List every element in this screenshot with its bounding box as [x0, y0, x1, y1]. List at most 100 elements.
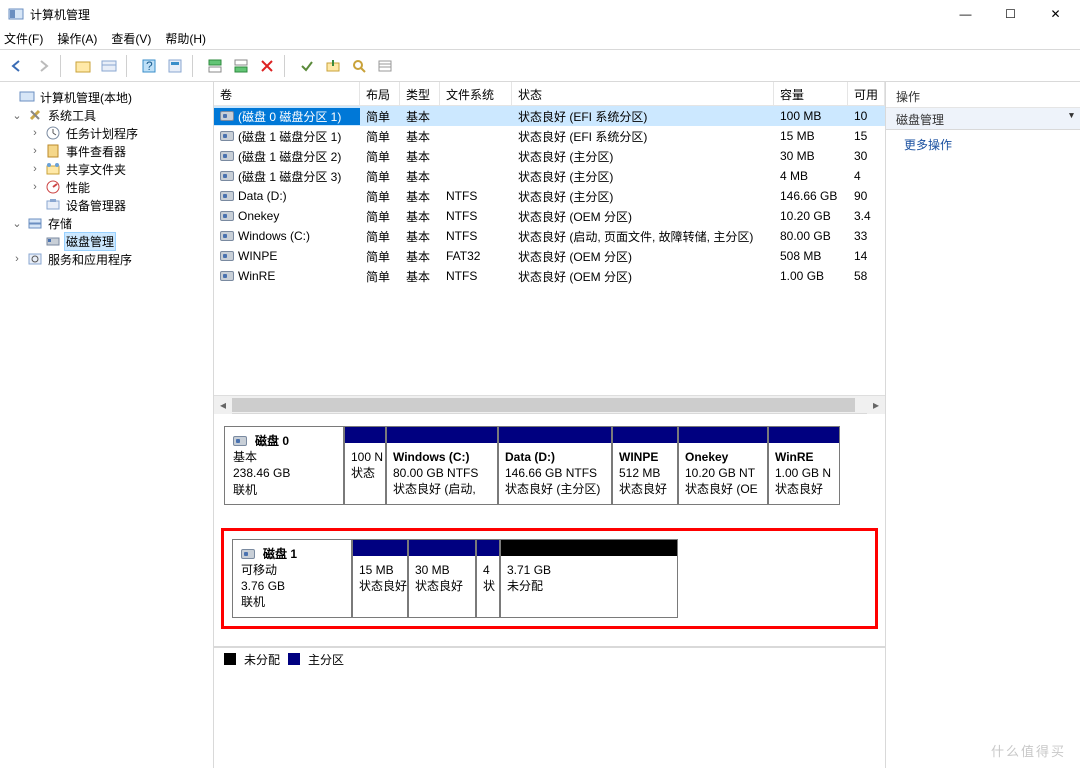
- volume-row[interactable]: WinRE简单基本NTFS状态良好 (OEM 分区)1.00 GB58: [214, 266, 885, 286]
- toggle-bottom-icon[interactable]: [228, 53, 254, 79]
- volume-cell: 基本: [400, 148, 440, 165]
- actions-tab[interactable]: 磁盘管理: [886, 108, 1080, 130]
- volume-row[interactable]: (磁盘 0 磁盘分区 1)简单基本状态良好 (EFI 系统分区)100 MB10: [214, 106, 885, 126]
- tree-services[interactable]: ›服务和应用程序: [0, 250, 213, 268]
- scan-icon[interactable]: [320, 53, 346, 79]
- col-volume[interactable]: 卷: [214, 82, 360, 105]
- col-capacity[interactable]: 容量: [774, 82, 848, 105]
- volume-cell: 基本: [400, 128, 440, 145]
- legend-unalloc-label: 未分配: [244, 651, 280, 668]
- back-button[interactable]: [4, 53, 30, 79]
- volume-cell: 简单: [360, 188, 400, 205]
- volume-cell: 4: [848, 169, 885, 183]
- volume-cell: NTFS: [440, 209, 512, 223]
- volume-cell: 146.66 GB: [774, 189, 848, 203]
- col-status[interactable]: 状态: [512, 82, 774, 105]
- minimize-button[interactable]: —: [943, 0, 988, 28]
- volume-cell: 100 MB: [774, 109, 848, 123]
- partition[interactable]: Onekey10.20 GB NT状态良好 (OE: [678, 426, 768, 505]
- volume-cell: WINPE: [214, 249, 360, 263]
- partition[interactable]: WinRE1.00 GB N状态良好: [768, 426, 840, 505]
- list-icon[interactable]: [372, 53, 398, 79]
- menu-file[interactable]: 文件(F): [4, 30, 43, 47]
- disk-info[interactable]: 磁盘 0基本238.46 GB联机: [224, 426, 344, 505]
- volume-cell: 简单: [360, 248, 400, 265]
- volume-cell: 状态良好 (启动, 页面文件, 故障转储, 主分区): [512, 228, 774, 245]
- partition[interactable]: 100 N状态: [344, 426, 386, 505]
- partition[interactable]: 30 MB状态良好: [408, 539, 476, 618]
- volume-cell: 简单: [360, 148, 400, 165]
- partition[interactable]: 3.71 GB未分配: [500, 539, 678, 618]
- find-icon[interactable]: [346, 53, 372, 79]
- partition[interactable]: 15 MB状态良好: [352, 539, 408, 618]
- tree-storage[interactable]: ⌄存储: [0, 214, 213, 232]
- storage-icon: [27, 215, 43, 231]
- volume-cell: 简单: [360, 228, 400, 245]
- scroll-right-icon[interactable]: ▸: [867, 396, 885, 414]
- maximize-button[interactable]: ☐: [988, 0, 1033, 28]
- volume-cell: 15: [848, 129, 885, 143]
- actions-more[interactable]: 更多操作: [886, 130, 1080, 159]
- tree-pane: 计算机管理(本地) ⌄系统工具 ›任务计划程序 ›事件查看器 ›共享文件夹 ›性…: [0, 82, 214, 768]
- volume-cell: 状态良好 (主分区): [512, 188, 774, 205]
- partition[interactable]: Data (D:)146.66 GB NTFS状态良好 (主分区): [498, 426, 612, 505]
- volume-row[interactable]: Data (D:)简单基本NTFS状态良好 (主分区)146.66 GB90: [214, 186, 885, 206]
- tree-systools[interactable]: ⌄系统工具: [0, 106, 213, 124]
- menu-action[interactable]: 操作(A): [57, 30, 97, 47]
- app-icon: [8, 6, 24, 22]
- close-button[interactable]: ✕: [1033, 0, 1078, 28]
- volume-cell: 简单: [360, 108, 400, 125]
- legend-unalloc-swatch: [224, 653, 236, 665]
- disk-row: 磁盘 0基本238.46 GB联机100 N状态Windows (C:)80.0…: [224, 426, 875, 505]
- volume-cell: 58: [848, 269, 885, 283]
- menu-view[interactable]: 查看(V): [111, 30, 151, 47]
- partition[interactable]: WINPE512 MB状态良好: [612, 426, 678, 505]
- tree-shared[interactable]: ›共享文件夹: [0, 160, 213, 178]
- partition[interactable]: Windows (C:)80.00 GB NTFS状态良好 (启动,: [386, 426, 498, 505]
- volume-cell: NTFS: [440, 269, 512, 283]
- volume-row[interactable]: (磁盘 1 磁盘分区 3)简单基本状态良好 (主分区)4 MB4: [214, 166, 885, 186]
- folder-up-icon[interactable]: [70, 53, 96, 79]
- volume-cell: 简单: [360, 128, 400, 145]
- scroll-thumb[interactable]: [232, 398, 855, 412]
- volume-row[interactable]: Windows (C:)简单基本NTFS状态良好 (启动, 页面文件, 故障转储…: [214, 226, 885, 246]
- scroll-left-icon[interactable]: ◂: [214, 396, 232, 414]
- volume-cell: Data (D:): [214, 189, 360, 203]
- clock-icon: [45, 125, 61, 141]
- volume-row[interactable]: Onekey简单基本NTFS状态良好 (OEM 分区)10.20 GB3.4: [214, 206, 885, 226]
- partition[interactable]: 4状: [476, 539, 500, 618]
- volume-cell: 30 MB: [774, 149, 848, 163]
- col-type[interactable]: 类型: [400, 82, 440, 105]
- menu-help[interactable]: 帮助(H): [165, 30, 206, 47]
- tree-perf[interactable]: ›性能: [0, 178, 213, 196]
- tree-root[interactable]: 计算机管理(本地): [0, 88, 213, 106]
- col-free[interactable]: 可用: [848, 82, 885, 105]
- volume-cell: (磁盘 1 磁盘分区 1): [214, 128, 360, 145]
- tree-scheduler[interactable]: ›任务计划程序: [0, 124, 213, 142]
- volume-cell: 10: [848, 109, 885, 123]
- volume-cell: Windows (C:): [214, 229, 360, 243]
- disk-icon: [45, 233, 61, 249]
- legend-primary-label: 主分区: [308, 651, 344, 668]
- volume-cell: 状态良好 (主分区): [512, 168, 774, 185]
- forward-button[interactable]: [30, 53, 56, 79]
- tree-eventviewer[interactable]: ›事件查看器: [0, 142, 213, 160]
- titlebar: 计算机管理 — ☐ ✕: [0, 0, 1080, 28]
- volume-row[interactable]: (磁盘 1 磁盘分区 2)简单基本状态良好 (主分区)30 MB30: [214, 146, 885, 166]
- help-icon[interactable]: ?: [136, 53, 162, 79]
- check-icon[interactable]: [294, 53, 320, 79]
- perf-icon: [45, 179, 61, 195]
- volume-row[interactable]: (磁盘 1 磁盘分区 1)简单基本状态良好 (EFI 系统分区)15 MB15: [214, 126, 885, 146]
- volume-row[interactable]: WINPE简单基本FAT32状态良好 (OEM 分区)508 MB14: [214, 246, 885, 266]
- col-fs[interactable]: 文件系统: [440, 82, 512, 105]
- disk-map: 磁盘 0基本238.46 GB联机100 N状态Windows (C:)80.0…: [214, 414, 885, 647]
- delete-icon[interactable]: [254, 53, 280, 79]
- tree-devmgr[interactable]: 设备管理器: [0, 196, 213, 214]
- view-icon[interactable]: [96, 53, 122, 79]
- volume-scrollbar[interactable]: ◂ ▸: [214, 395, 885, 413]
- disk-info[interactable]: 磁盘 1可移动3.76 GB联机: [232, 539, 352, 618]
- col-layout[interactable]: 布局: [360, 82, 400, 105]
- tree-diskmgmt[interactable]: 磁盘管理: [0, 232, 213, 250]
- properties-icon[interactable]: [162, 53, 188, 79]
- toggle-top-icon[interactable]: [202, 53, 228, 79]
